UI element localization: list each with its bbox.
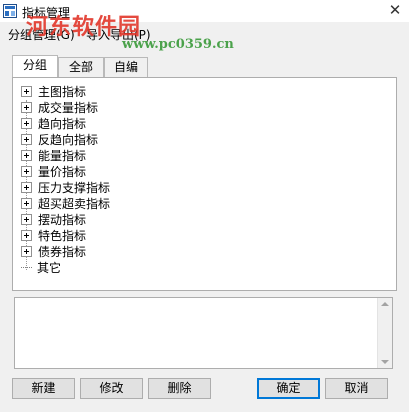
tree-item-other[interactable]: 其它 — [21, 259, 61, 275]
tree-connector — [21, 258, 32, 268]
expand-plus-icon[interactable] — [21, 101, 32, 113]
expand-plus-icon[interactable] — [21, 245, 32, 257]
tree-item-label: 主图指标 — [38, 84, 87, 99]
close-icon[interactable]: ✕ — [387, 2, 403, 18]
ok-button[interactable]: 确定 — [257, 378, 320, 399]
expand-plus-icon[interactable] — [21, 213, 32, 225]
expand-plus-icon[interactable] — [21, 181, 32, 193]
tree-item-label: 反趋向指标 — [38, 132, 99, 147]
tree-item-main-chart[interactable]: 主图指标 — [21, 83, 86, 99]
tree-item-overbought-oversold[interactable]: 超买超卖指标 — [21, 195, 110, 211]
cancel-button[interactable]: 取消 — [325, 378, 388, 399]
tree-item-featured[interactable]: 特色指标 — [21, 227, 86, 243]
tree-item-volume[interactable]: 成交量指标 — [21, 99, 98, 115]
scroll-up-icon[interactable] — [381, 302, 389, 306]
tree-item-label: 特色指标 — [38, 228, 87, 243]
watermark-url: www.pc0359.cn — [122, 37, 234, 52]
tree-item-bond[interactable]: 债券指标 — [21, 243, 86, 259]
tab-group[interactable]: 分组 — [12, 55, 58, 77]
expand-plus-icon[interactable] — [21, 149, 32, 161]
expand-plus-icon[interactable] — [21, 85, 32, 97]
tree-item-volume-price[interactable]: 量价指标 — [21, 163, 86, 179]
expand-plus-icon[interactable] — [21, 229, 32, 241]
expand-plus-icon[interactable] — [21, 117, 32, 129]
tree-item-energy[interactable]: 能量指标 — [21, 147, 86, 163]
tree-item-label: 摆动指标 — [38, 212, 87, 227]
tree-item-label: 成交量指标 — [38, 100, 99, 115]
tab-all[interactable]: 全部 — [58, 57, 104, 77]
tree-item-label: 压力支撑指标 — [38, 180, 111, 195]
tree-item-label: 其它 — [37, 260, 62, 275]
modify-button[interactable]: 修改 — [80, 378, 143, 399]
app-icon — [3, 4, 17, 18]
tree-item-label: 超买超卖指标 — [38, 196, 111, 211]
description-textarea[interactable] — [14, 297, 393, 369]
tree-item-support-resistance[interactable]: 压力支撑指标 — [21, 179, 110, 195]
expand-plus-icon[interactable] — [21, 165, 32, 177]
tree-item-label: 能量指标 — [38, 148, 87, 163]
expand-plus-icon[interactable] — [21, 197, 32, 209]
tab-custom[interactable]: 自编 — [104, 57, 148, 77]
tree-item-oscillator[interactable]: 摆动指标 — [21, 211, 86, 227]
scroll-down-icon[interactable] — [381, 360, 389, 364]
indicator-tree[interactable]: 主图指标 成交量指标 趋向指标 反趋向指标 能量指标 量价指标 压力支撑指标 超… — [12, 77, 397, 291]
vertical-scrollbar[interactable] — [377, 298, 392, 368]
tree-item-label: 趋向指标 — [38, 116, 87, 131]
tree-item-anti-trend[interactable]: 反趋向指标 — [21, 131, 98, 147]
tree-item-trend[interactable]: 趋向指标 — [21, 115, 86, 131]
new-button[interactable]: 新建 — [12, 378, 75, 399]
tree-item-label: 债券指标 — [38, 244, 87, 259]
delete-button[interactable]: 删除 — [148, 378, 211, 399]
tree-item-label: 量价指标 — [38, 164, 87, 179]
expand-plus-icon[interactable] — [21, 133, 32, 145]
